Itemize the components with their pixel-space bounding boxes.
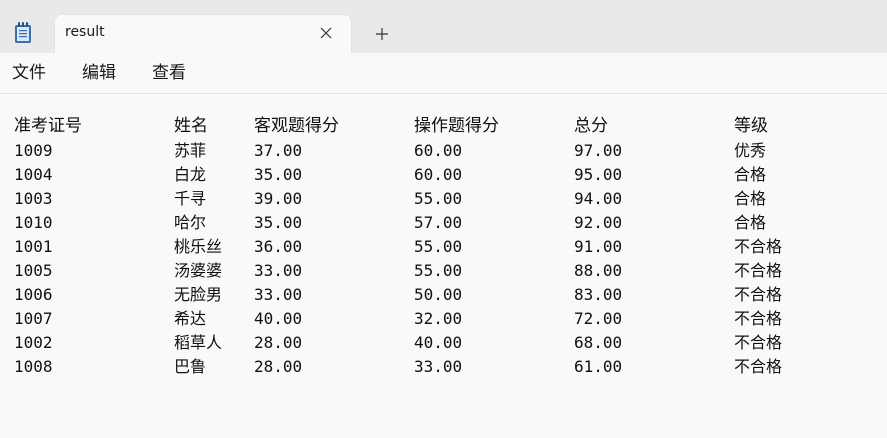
student-name: 哈尔 xyxy=(174,213,207,232)
grade: 不合格 xyxy=(734,333,783,352)
grade: 不合格 xyxy=(734,357,783,376)
grade: 合格 xyxy=(734,213,767,232)
exam-id: 1003 xyxy=(14,189,53,208)
text-line: 1009 苏菲 37.00 60.00 97.00 优秀 xyxy=(0,139,887,163)
header-total: 总分 xyxy=(574,116,608,136)
exam-id: 1008 xyxy=(14,357,53,376)
practical-score: 55.00 xyxy=(414,237,463,256)
text-line: 1006 无脸男 33.00 50.00 83.00 不合格 xyxy=(0,283,887,307)
menu-view[interactable]: 查看 xyxy=(152,63,186,83)
practical-score: 60.00 xyxy=(414,141,463,160)
text-line: 1005 汤婆婆 33.00 55.00 88.00 不合格 xyxy=(0,259,887,283)
practical-score: 55.00 xyxy=(414,261,463,280)
practical-score: 32.00 xyxy=(414,309,463,328)
grade: 不合格 xyxy=(734,261,783,280)
tab-result[interactable]: result xyxy=(54,14,352,53)
total-score: 94.00 xyxy=(574,189,623,208)
student-name: 希达 xyxy=(174,309,207,328)
total-score: 72.00 xyxy=(574,309,623,328)
exam-id: 1001 xyxy=(14,237,53,256)
exam-id: 1004 xyxy=(14,165,53,184)
practical-score: 50.00 xyxy=(414,285,463,304)
exam-id: 1005 xyxy=(14,261,53,280)
text-line: 1001 桃乐丝 36.00 55.00 91.00 不合格 xyxy=(0,235,887,259)
student-name: 汤婆婆 xyxy=(174,261,223,280)
header-objective-score: 客观题得分 xyxy=(254,116,339,136)
total-score: 88.00 xyxy=(574,261,623,280)
objective-score: 33.00 xyxy=(254,285,303,304)
objective-score: 37.00 xyxy=(254,141,303,160)
grade: 不合格 xyxy=(734,285,783,304)
objective-score: 39.00 xyxy=(254,189,303,208)
plus-icon[interactable] xyxy=(372,24,392,44)
student-name: 无脸男 xyxy=(174,285,223,304)
title-bar: result xyxy=(0,0,887,53)
objective-score: 40.00 xyxy=(254,309,303,328)
header-grade: 等级 xyxy=(734,116,768,136)
objective-score: 35.00 xyxy=(254,213,303,232)
text-editor[interactable]: 准考证号 姓名 客观题得分 操作题得分 总分 等级 1009 苏菲 37.00 … xyxy=(0,94,887,438)
practical-score: 33.00 xyxy=(414,357,463,376)
notepad-window: result 文件 编辑 查看 准考证号 姓名 客观题得分 操作题得分 总分 等… xyxy=(0,0,887,438)
total-score: 95.00 xyxy=(574,165,623,184)
text-line: 1002 稻草人 28.00 40.00 68.00 不合格 xyxy=(0,331,887,355)
header-line: 准考证号 姓名 客观题得分 操作题得分 总分 等级 xyxy=(0,114,887,138)
total-score: 83.00 xyxy=(574,285,623,304)
practical-score: 60.00 xyxy=(414,165,463,184)
total-score: 91.00 xyxy=(574,237,623,256)
exam-id: 1010 xyxy=(14,213,53,232)
text-line: 1007 希达 40.00 32.00 72.00 不合格 xyxy=(0,307,887,331)
exam-id: 1002 xyxy=(14,333,53,352)
practical-score: 57.00 xyxy=(414,213,463,232)
objective-score: 33.00 xyxy=(254,261,303,280)
tab-title: result xyxy=(65,24,105,40)
student-name: 稻草人 xyxy=(174,333,223,352)
menu-bar: 文件 编辑 查看 xyxy=(0,53,887,94)
objective-score: 28.00 xyxy=(254,357,303,376)
student-name: 巴鲁 xyxy=(174,357,207,376)
student-name: 千寻 xyxy=(174,189,207,208)
header-exam-id: 准考证号 xyxy=(14,116,82,136)
total-score: 92.00 xyxy=(574,213,623,232)
text-line: 1008 巴鲁 28.00 33.00 61.00 不合格 xyxy=(0,355,887,379)
grade: 优秀 xyxy=(734,141,767,160)
exam-id: 1007 xyxy=(14,309,53,328)
student-name: 苏菲 xyxy=(174,141,207,160)
text-line: 1003 千寻 39.00 55.00 94.00 合格 xyxy=(0,187,887,211)
exam-id: 1006 xyxy=(14,285,53,304)
grade: 合格 xyxy=(734,165,767,184)
practical-score: 55.00 xyxy=(414,189,463,208)
menu-edit[interactable]: 编辑 xyxy=(82,63,116,83)
practical-score: 40.00 xyxy=(414,333,463,352)
total-score: 61.00 xyxy=(574,357,623,376)
header-practical-score: 操作题得分 xyxy=(414,116,499,136)
exam-id: 1009 xyxy=(14,141,53,160)
text-line: 1004 白龙 35.00 60.00 95.00 合格 xyxy=(0,163,887,187)
objective-score: 28.00 xyxy=(254,333,303,352)
student-name: 白龙 xyxy=(174,165,207,184)
objective-score: 36.00 xyxy=(254,237,303,256)
close-icon[interactable] xyxy=(317,24,335,42)
menu-file[interactable]: 文件 xyxy=(12,63,46,83)
total-score: 97.00 xyxy=(574,141,623,160)
notepad-icon xyxy=(14,22,32,44)
total-score: 68.00 xyxy=(574,333,623,352)
header-name: 姓名 xyxy=(174,116,208,136)
objective-score: 35.00 xyxy=(254,165,303,184)
grade: 不合格 xyxy=(734,309,783,328)
grade: 合格 xyxy=(734,189,767,208)
text-line: 1010 哈尔 35.00 57.00 92.00 合格 xyxy=(0,211,887,235)
student-name: 桃乐丝 xyxy=(174,237,223,256)
grade: 不合格 xyxy=(734,237,783,256)
